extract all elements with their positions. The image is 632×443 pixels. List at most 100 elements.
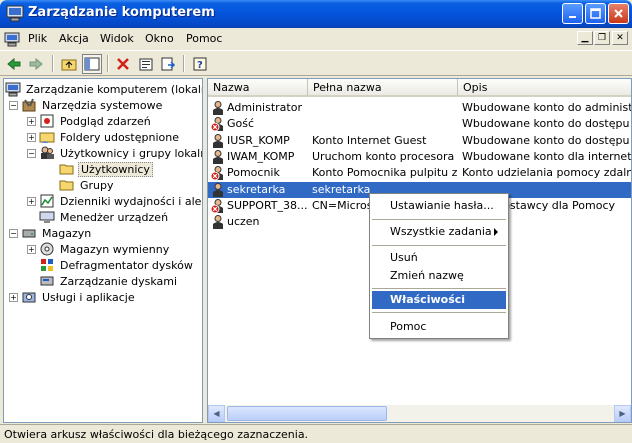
scroll-right-button[interactable]: ▶ [614,405,631,422]
tree-item-event-viewer[interactable]: Podgląd zdarzeń [39,113,153,129]
menu-widok[interactable]: Widok [100,32,134,45]
scroll-left-button[interactable]: ◀ [208,405,225,422]
export-list-icon [161,57,176,71]
menu-item-properties[interactable]: Właściwości [372,291,506,309]
submenu-arrow-icon [494,228,498,236]
properties-button[interactable] [136,54,156,74]
child-minimize-button[interactable]: ▁ [577,31,593,45]
cell-desc: Konto udzielania pomocy zdalnej [462,166,632,180]
column-header-description[interactable]: Opis [458,79,631,97]
expand-toggle[interactable]: + [27,117,36,126]
user-icon [213,149,223,164]
cell-desc: Wbudowane konto do administrowania [462,101,631,114]
minimize-button[interactable] [562,3,583,24]
expand-toggle[interactable]: + [9,293,18,302]
table-row[interactable]: Gość Wbudowane konto do dostępu do ko [208,116,631,132]
tree-item-users[interactable]: Użytkownicy [59,161,153,177]
user-icon [213,133,223,148]
scroll-thumb[interactable] [227,406,387,421]
tree-item-disk-management[interactable]: Zarządzanie dyskami [39,273,179,289]
close-button[interactable] [608,3,629,24]
arrow-right-icon: ▶ [619,409,626,418]
tree-item-computer-management[interactable]: Zarządzanie komputerem (lokalne) [5,81,202,97]
menu-akcja[interactable]: Akcja [59,32,89,45]
menu-bar: Plik Akcja Widok Okno Pomoc ▁ ❐ ✕ [0,28,632,50]
tree-item-shared-folders[interactable]: Foldery udostępnione [39,129,181,145]
console-tree-icon [84,57,100,71]
computer-icon [5,82,21,97]
delete-button[interactable] [113,54,133,74]
collapse-toggle[interactable]: − [9,101,18,110]
cell-full: Konto Internet Guest [312,133,427,147]
tree-item-device-manager[interactable]: Menedżer urządzeń [39,209,170,225]
table-row[interactable]: IWAM_KOMP Uruchom konto procesora ... Wbud… [208,149,632,165]
tree-item-groups[interactable]: Grupy [59,177,116,193]
menu-item-all-tasks[interactable]: Wszystkie zadania [372,223,506,241]
up-one-level-button[interactable] [59,54,79,74]
tree-item-disk-defragmenter[interactable]: Defragmentator dysków [39,257,195,273]
status-text: Otwiera arkusz właściwości dla bieżącego… [4,428,309,441]
event-viewer-icon [40,114,54,128]
menu-item-delete[interactable]: Usuń [372,249,506,267]
menu-item-help[interactable]: Pomoc [372,318,506,336]
disabled-user-icon [210,117,223,132]
disk-management-icon [40,276,54,286]
user-icon [213,215,223,230]
tree-item-removable-storage[interactable]: Magazyn wymienny [39,241,171,257]
expand-toggle[interactable]: + [27,197,36,206]
menu-pomoc[interactable]: Pomoc [186,32,222,45]
restore-icon: ❐ [597,33,607,43]
tree-item-system-tools[interactable]: Narzędzia systemowe [21,97,164,113]
collapse-toggle[interactable]: − [9,229,18,238]
defragmenter-icon [41,259,53,271]
table-row[interactable]: IUSR_KOMP Konto Internet Guest Wbudowane k… [208,133,631,149]
maximize-icon [590,8,601,19]
console-tree[interactable]: Zarządzanie komputerem (lokalne) − Narzę… [3,78,203,423]
close-icon: ✕ [616,33,624,43]
cell-desc: Wbudowane konto do dostępu do ko [462,117,631,131]
collapse-toggle[interactable]: − [27,149,36,158]
show-hide-tree-button[interactable] [82,54,102,74]
expand-toggle[interactable]: + [27,245,36,254]
tree-item-storage[interactable]: Magazyn [21,225,93,241]
menu-plik[interactable]: Plik [28,32,47,45]
expand-toggle[interactable]: + [27,133,36,142]
minimize-icon [568,15,576,18]
cell-name: uczen [227,215,260,229]
help-button[interactable]: ? [190,54,210,74]
folder-icon [59,180,74,191]
help-icon: ? [193,57,207,71]
performance-logs-icon [40,194,54,208]
tree-item-services-applications[interactable]: Usługi i aplikacje [21,289,137,305]
menu-okno[interactable]: Okno [145,32,174,45]
menu-item-rename[interactable]: Zmień nazwę [372,267,506,285]
context-menu: Ustawianie hasła... Wszystkie zadania Us… [369,193,509,339]
cell-name: IWAM_KOMP [227,149,295,163]
close-icon [614,9,623,18]
removable-storage-icon [40,242,54,256]
menu-item-set-password[interactable]: Ustawianie hasła... [372,197,506,215]
table-row[interactable]: Pomocnik Konto Pomocnika pulpitu z... Kont… [208,165,632,181]
column-header-name[interactable]: Nazwa [208,79,308,97]
cell-desc: Wbudowane konto do dostępu anonim [462,133,631,147]
cell-desc: Wbudowane konto dla internetowy [462,149,632,163]
tree-item-local-users-groups[interactable]: Użytkownicy i grupy lokalne [39,145,202,161]
user-icon [213,182,223,197]
forward-arrow-icon [29,57,43,71]
child-restore-button[interactable]: ❐ [594,31,610,45]
shared-folder-icon [39,132,55,143]
cell-full: Konto Pomocnika pulpitu z... [312,166,458,180]
child-close-button[interactable]: ✕ [612,31,628,45]
back-button[interactable] [4,54,24,74]
tree-item-performance-logs[interactable]: Dzienniki wydajności i alerty [39,193,202,209]
cell-name: Administrator [227,101,302,114]
horizontal-scrollbar[interactable]: ◀ ▶ [208,405,631,422]
computer-management-icon [6,5,24,22]
forward-button[interactable] [26,54,46,74]
export-list-button[interactable] [158,54,178,74]
table-row[interactable]: Administrator Wbudowane konto do administ… [208,100,631,116]
cell-name: SUPPORT_38... [227,198,307,212]
column-header-full-name[interactable]: Pełna nazwa [308,79,458,97]
maximize-button[interactable] [585,3,606,24]
title-bar[interactable]: Zarządzanie komputerem [0,0,632,28]
